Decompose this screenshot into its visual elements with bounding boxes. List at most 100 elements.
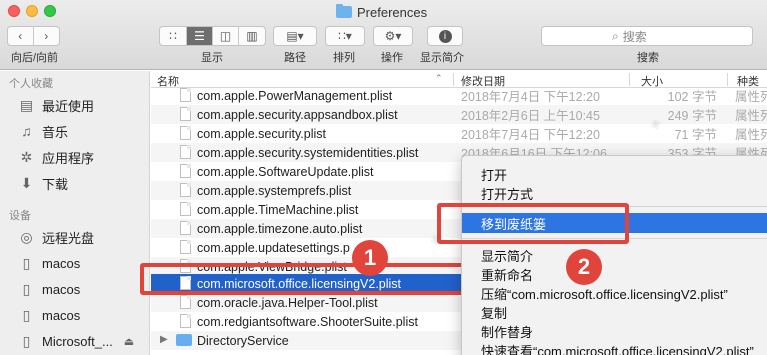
- action-label: 操作: [381, 52, 403, 64]
- highlight-box-trash: [437, 203, 629, 244]
- plist-file-icon: [180, 126, 191, 140]
- zoom-button[interactable]: [44, 5, 56, 17]
- disclosure-triangle-icon[interactable]: ▶: [160, 334, 168, 345]
- search-icon: ⌕: [612, 28, 619, 43]
- minimize-button[interactable]: [26, 5, 38, 17]
- sidebar-item-music[interactable]: ♫ 音乐: [18, 121, 148, 141]
- info-control: i: [427, 26, 463, 46]
- path-button[interactable]: ▤▾: [274, 27, 316, 45]
- window-controls: [8, 5, 56, 17]
- forward-button[interactable]: ›: [34, 27, 59, 45]
- file-date: 2018年7月4日 下午12:20: [461, 128, 600, 142]
- menu-item-open[interactable]: 打开: [481, 165, 507, 184]
- sidebar-item-microsoft[interactable]: ▯ Microsoft_... ⏏: [18, 331, 148, 351]
- music-icon: ♫: [21, 123, 32, 139]
- downloads-icon: ⬇: [20, 174, 33, 191]
- column-divider: [453, 73, 454, 86]
- folder-name: DirectoryService: [197, 333, 289, 348]
- plist-file-icon: [180, 295, 191, 309]
- arrange-control: ∷▾: [325, 26, 365, 46]
- toolbar: Preferences ‹ › 向后/向前 ∷ ☰ ◫ ▥ 显示 ▤▾ 路径 ∷…: [0, 0, 767, 70]
- icon-view-button[interactable]: ∷: [160, 27, 187, 45]
- step-badge-2: 2: [566, 249, 602, 285]
- action-button[interactable]: ⚙▾: [374, 27, 412, 45]
- sidebar-item-macos-2[interactable]: ▯ macos: [18, 279, 148, 299]
- file-size: 71 字节: [674, 128, 717, 142]
- search-label: 搜索: [637, 52, 659, 64]
- gallery-view-button[interactable]: ▥: [239, 27, 265, 45]
- eject-icon[interactable]: ⏏: [124, 335, 134, 348]
- table-row[interactable]: com.apple.security.appsandbox.plist 2018…: [151, 105, 767, 124]
- view-label: 显示: [201, 52, 223, 64]
- file-name: com.apple.PowerManagement.plist: [197, 88, 393, 103]
- sidebar-item-macos-3[interactable]: ▯ macos: [18, 305, 148, 325]
- plist-file-icon: [180, 107, 191, 121]
- close-button[interactable]: [8, 5, 20, 17]
- sidebar-item-downloads[interactable]: ⬇ 下载: [18, 173, 148, 193]
- sidebar: 个人收藏 ▤ 最近使用 ♫ 音乐 ✲ 应用程序 ⬇ 下载 设备 ◎ 远程光盘 ▯…: [0, 71, 150, 355]
- file-kind: 属性列: [735, 128, 767, 142]
- menu-item-compress[interactable]: 压缩“com.microsoft.office.licensingV2.plis…: [481, 284, 728, 303]
- file-name: com.apple.systemprefs.plist: [197, 183, 352, 198]
- list-icon: ☰: [194, 29, 205, 43]
- file-name: com.apple.security.systemidentities.plis…: [197, 145, 419, 160]
- view-mode-control: ∷ ☰ ◫ ▥: [159, 26, 266, 46]
- plist-file-icon: [180, 164, 191, 178]
- sidebar-item-label: 应用程序: [42, 150, 95, 166]
- favorites-header: 个人收藏: [9, 78, 53, 90]
- table-row[interactable]: com.apple.PowerManagement.plist 2018年7月4…: [151, 86, 767, 105]
- path-label: 路径: [284, 52, 306, 64]
- file-name: com.apple.security.plist: [197, 126, 326, 141]
- menu-item-make-alias[interactable]: 制作替身: [481, 322, 533, 341]
- folder-icon: [176, 334, 192, 346]
- plist-file-icon: [180, 314, 191, 328]
- sidebar-item-label: macos: [42, 307, 81, 323]
- action-control: ⚙▾: [373, 26, 413, 46]
- file-name: com.apple.timezone.auto.plist: [197, 221, 363, 236]
- get-info-button[interactable]: i: [428, 27, 462, 45]
- sidebar-item-applications[interactable]: ✲ 应用程序: [18, 147, 148, 167]
- menu-item-open-with[interactable]: 打开方式: [481, 184, 533, 203]
- file-name: com.apple.updatesettings.p: [197, 240, 350, 255]
- menu-item-get-info[interactable]: 显示简介: [481, 246, 533, 265]
- arrange-label: 排列: [333, 52, 355, 64]
- disk-icon: ▯: [22, 280, 31, 297]
- table-row[interactable]: com.apple.security.plist 2018年7月4日 下午12:…: [151, 124, 767, 143]
- back-button[interactable]: ‹: [8, 27, 34, 45]
- sidebar-item-label: 音乐: [42, 124, 69, 140]
- sidebar-item-label: 远程光盘: [42, 230, 95, 246]
- file-date: 2018年2月6日 上午10:45: [461, 109, 600, 123]
- remote-disc-icon: ◎: [20, 228, 33, 245]
- menu-item-quick-look[interactable]: 快速查看“com.microsoft.office.licensingV2.pl…: [481, 341, 754, 355]
- sidebar-item-remote-disc[interactable]: ◎ 远程光盘: [18, 227, 148, 247]
- back-forward-label: 向后/向前: [11, 52, 59, 64]
- file-date: 2018年7月4日 下午12:20: [461, 90, 600, 104]
- arrange-button[interactable]: ∷▾: [326, 27, 364, 45]
- plist-file-icon: [180, 202, 191, 216]
- sidebar-item-label: macos: [42, 255, 81, 271]
- columns-icon: ◫: [219, 29, 232, 43]
- search-input[interactable]: ⌕ 搜索: [541, 26, 753, 46]
- file-name: com.oracle.java.Helper-Tool.plist: [197, 295, 378, 310]
- sidebar-item-label: 最近使用: [42, 98, 95, 114]
- highlight-box-file: [140, 263, 471, 295]
- menu-item-rename[interactable]: 重新命名: [481, 265, 533, 284]
- file-name: com.apple.security.appsandbox.plist: [197, 107, 398, 122]
- disk-icon: ▯: [22, 306, 31, 323]
- chevron-left-icon: ‹: [18, 29, 23, 43]
- gallery-icon: ▥: [246, 29, 258, 43]
- file-size: 249 字节: [667, 109, 717, 123]
- column-divider: [727, 73, 728, 86]
- file-kind: 属性列: [735, 90, 767, 104]
- gear-icon: ⚙▾: [384, 29, 402, 43]
- list-view-button[interactable]: ☰: [187, 27, 213, 45]
- column-view-button[interactable]: ◫: [213, 27, 239, 45]
- sidebar-item-recents[interactable]: ▤ 最近使用: [18, 95, 148, 115]
- menu-item-duplicate[interactable]: 复制: [481, 303, 507, 322]
- finder-window: Preferences ‹ › 向后/向前 ∷ ☰ ◫ ▥ 显示 ▤▾ 路径 ∷…: [0, 0, 767, 355]
- recents-icon: ▤: [19, 96, 34, 113]
- file-name: com.apple.TimeMachine.plist: [197, 202, 359, 217]
- info-icon: i: [438, 29, 452, 43]
- sidebar-item-macos-1[interactable]: ▯ macos: [18, 253, 148, 273]
- column-divider: [629, 73, 630, 86]
